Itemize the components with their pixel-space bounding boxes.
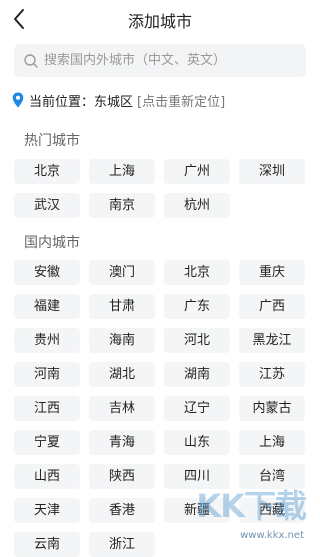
- city-chip[interactable]: 吉林: [89, 396, 155, 421]
- city-chip[interactable]: 黑龙江: [239, 328, 305, 353]
- city-chip[interactable]: 广州: [164, 159, 230, 184]
- search-icon: [24, 54, 38, 68]
- city-chip[interactable]: 河南: [14, 362, 80, 387]
- city-chip[interactable]: 海南: [89, 328, 155, 353]
- search-input[interactable]: [44, 44, 299, 77]
- city-chip[interactable]: 天津: [14, 498, 80, 523]
- city-chip[interactable]: 贵州: [14, 328, 80, 353]
- watermark-logo: KK下载: [196, 487, 307, 525]
- hot-cities-grid: 北京 上海 广州 深圳武汉 南京 杭州: [14, 159, 320, 219]
- city-chip[interactable]: 上海: [89, 159, 155, 184]
- city-chip[interactable]: 北京: [14, 159, 80, 184]
- city-chip[interactable]: 北京: [164, 260, 230, 285]
- top-bar: 添加城市: [0, 0, 320, 38]
- city-chip[interactable]: 青海: [89, 430, 155, 455]
- city-chip[interactable]: 辽宁: [164, 396, 230, 421]
- domestic-cities-heading: 国内城市: [24, 235, 80, 251]
- city-chip[interactable]: 武汉: [14, 193, 80, 218]
- hot-cities-heading: 热门城市: [24, 133, 80, 149]
- city-chip[interactable]: 湖北: [89, 362, 155, 387]
- search-bar[interactable]: [14, 44, 306, 77]
- city-chip[interactable]: 内蒙古: [239, 396, 305, 421]
- current-location: 当前位置：东城区 [点击重新定位]: [12, 90, 225, 110]
- city-chip[interactable]: 重庆: [239, 260, 305, 285]
- city-chip[interactable]: 江西: [14, 396, 80, 421]
- watermark: KK下载 www.kkx.net: [196, 481, 307, 541]
- location-pin-icon: [12, 92, 24, 108]
- city-chip[interactable]: 陕西: [89, 464, 155, 489]
- city-chip[interactable]: 深圳: [239, 159, 305, 184]
- city-chip[interactable]: 上海: [239, 430, 305, 455]
- current-location-text: 当前位置：东城区: [29, 94, 134, 110]
- city-chip[interactable]: 云南: [14, 532, 80, 557]
- city-chip[interactable]: 甘肃: [89, 294, 155, 319]
- city-chip[interactable]: 澳门: [89, 260, 155, 285]
- city-chip[interactable]: 山西: [14, 464, 80, 489]
- city-chip[interactable]: 广东: [164, 294, 230, 319]
- relocate-link[interactable]: [点击重新定位]: [137, 91, 225, 110]
- page-title: 添加城市: [127, 12, 192, 31]
- city-chip[interactable]: 安徽: [14, 260, 80, 285]
- watermark-url: www.kkx.net: [240, 530, 304, 541]
- city-chip[interactable]: 福建: [14, 294, 80, 319]
- city-chip[interactable]: 江苏: [239, 362, 305, 387]
- city-chip[interactable]: 宁夏: [14, 430, 80, 455]
- city-chip[interactable]: 浙江: [89, 532, 155, 557]
- city-chip[interactable]: 河北: [164, 328, 230, 353]
- city-chip[interactable]: 广西: [239, 294, 305, 319]
- city-chip[interactable]: 南京: [89, 193, 155, 218]
- city-chip[interactable]: 山东: [164, 430, 230, 455]
- city-chip[interactable]: 香港: [89, 498, 155, 523]
- city-chip[interactable]: 湖南: [164, 362, 230, 387]
- city-chip[interactable]: 杭州: [164, 193, 230, 218]
